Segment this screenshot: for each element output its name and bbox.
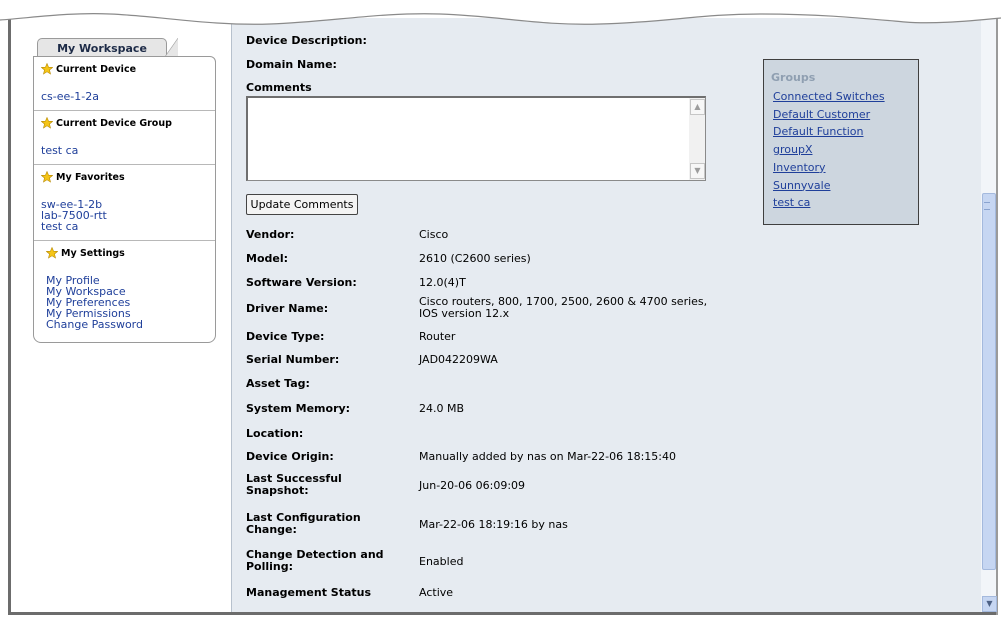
current-device-group-header: Current Device Group bbox=[34, 111, 215, 135]
current-device-section: Current Device cs-ee-1-2a bbox=[34, 57, 215, 111]
group-link-connected-switches[interactable]: Connected Switches bbox=[773, 88, 885, 106]
current-device-group-link[interactable]: test ca bbox=[41, 145, 208, 156]
last-config-change-label: Last Configuration Change: bbox=[246, 511, 361, 536]
arrow-up-icon[interactable]: ▲ bbox=[690, 99, 705, 115]
current-device-group-links: test ca bbox=[34, 135, 215, 164]
domain-name-label: Domain Name: bbox=[246, 58, 337, 71]
settings-header: My Settings bbox=[34, 241, 215, 265]
current-device-links: cs-ee-1-2a bbox=[34, 81, 215, 110]
star-icon bbox=[41, 63, 53, 75]
software-version-value: 12.0(4)T bbox=[419, 276, 466, 289]
groups-list: Connected Switches Default Customer Defa… bbox=[773, 88, 885, 212]
comments-textarea[interactable]: ▲ ▼ bbox=[246, 96, 706, 181]
my-workspace-tab[interactable]: My Workspace bbox=[37, 38, 178, 58]
last-snapshot-value: Jun-20-06 06:09:09 bbox=[419, 479, 526, 492]
group-link-groupx[interactable]: groupX bbox=[773, 141, 885, 159]
favorites-title: My Favorites bbox=[56, 171, 125, 183]
device-type-value: Router bbox=[419, 330, 456, 343]
management-status-value: Active bbox=[419, 586, 454, 599]
group-link-default-function[interactable]: Default Function bbox=[773, 123, 885, 141]
favorites-section: My Favorites sw-ee-1-2b lab-7500-rtt tes… bbox=[34, 165, 215, 241]
device-type-label: Device Type: bbox=[246, 330, 325, 343]
change-detection-value: Enabled bbox=[419, 555, 464, 568]
management-status-label: Management Status bbox=[246, 586, 372, 599]
favorite-link[interactable]: test ca bbox=[41, 221, 208, 232]
group-link-inventory[interactable]: Inventory bbox=[773, 159, 885, 177]
current-device-link[interactable]: cs-ee-1-2a bbox=[41, 91, 208, 102]
window-frame-left bbox=[8, 10, 11, 615]
driver-name-label: Driver Name: bbox=[246, 302, 329, 315]
device-description-label: Device Description: bbox=[246, 34, 367, 47]
update-comments-button[interactable]: Update Comments bbox=[246, 194, 358, 215]
current-device-group-section: Current Device Group test ca bbox=[34, 111, 215, 165]
current-device-title: Current Device bbox=[56, 63, 137, 75]
system-memory-value: 24.0 MB bbox=[419, 402, 465, 415]
driver-name-value: Cisco routers, 800, 1700, 2500, 2600 & 4… bbox=[419, 295, 708, 320]
comments-label: Comments bbox=[246, 81, 312, 94]
model-value: 2610 (C2600 series) bbox=[419, 252, 531, 265]
change-password-link[interactable]: Change Password bbox=[46, 319, 208, 330]
groups-box: Groups Connected Switches Default Custom… bbox=[763, 59, 919, 225]
star-icon bbox=[41, 171, 53, 183]
software-version-label: Software Version: bbox=[246, 276, 357, 289]
torn-edge-decoration bbox=[0, 0, 1001, 25]
group-link-sunnyvale[interactable]: Sunnyvale bbox=[773, 177, 885, 195]
asset-tag-label: Asset Tag: bbox=[246, 377, 310, 390]
serial-number-label: Serial Number: bbox=[246, 353, 340, 366]
groups-title: Groups bbox=[771, 71, 816, 84]
window-frame-bottom bbox=[8, 612, 998, 615]
arrow-down-icon[interactable]: ▼ bbox=[690, 163, 705, 179]
device-details-panel: Device Description: Domain Name: Comment… bbox=[231, 18, 983, 612]
location-label: Location: bbox=[246, 427, 304, 440]
scrollbar-thumb[interactable] bbox=[982, 193, 996, 570]
favorites-links: sw-ee-1-2b lab-7500-rtt test ca bbox=[34, 189, 215, 240]
page-scrollbar[interactable]: ▼ bbox=[981, 18, 997, 612]
arrow-down-icon[interactable]: ▼ bbox=[982, 596, 997, 612]
model-label: Model: bbox=[246, 252, 289, 265]
comments-scrollbar[interactable]: ▲ ▼ bbox=[689, 98, 705, 180]
change-detection-label: Change Detection and Polling: bbox=[246, 548, 384, 573]
vendor-value: Cisco bbox=[419, 228, 449, 241]
last-config-change-value: Mar-22-06 18:19:16 by nas bbox=[419, 518, 568, 531]
settings-title: My Settings bbox=[61, 247, 125, 259]
star-icon bbox=[41, 117, 53, 129]
window-frame-right bbox=[996, 18, 998, 615]
device-origin-label: Device Origin: bbox=[246, 450, 334, 463]
workspace-panel: Current Device cs-ee-1-2a Current Device… bbox=[33, 56, 216, 343]
group-link-default-customer[interactable]: Default Customer bbox=[773, 106, 885, 124]
system-memory-label: System Memory: bbox=[246, 402, 351, 415]
settings-links: My Profile My Workspace My Preferences M… bbox=[34, 265, 215, 342]
device-origin-value: Manually added by nas on Mar-22-06 18:15… bbox=[419, 450, 676, 463]
scrollbar-grip-icon bbox=[984, 202, 990, 210]
current-device-group-title: Current Device Group bbox=[56, 117, 172, 129]
current-device-header: Current Device bbox=[34, 57, 215, 81]
favorites-header: My Favorites bbox=[34, 165, 215, 189]
settings-section: My Settings My Profile My Workspace My P… bbox=[34, 241, 215, 342]
group-link-test-ca[interactable]: test ca bbox=[773, 194, 885, 212]
last-snapshot-label: Last Successful Snapshot: bbox=[246, 472, 342, 497]
star-icon bbox=[46, 247, 58, 259]
vendor-label: Vendor: bbox=[246, 228, 295, 241]
serial-number-value: JAD042209WA bbox=[419, 353, 498, 366]
